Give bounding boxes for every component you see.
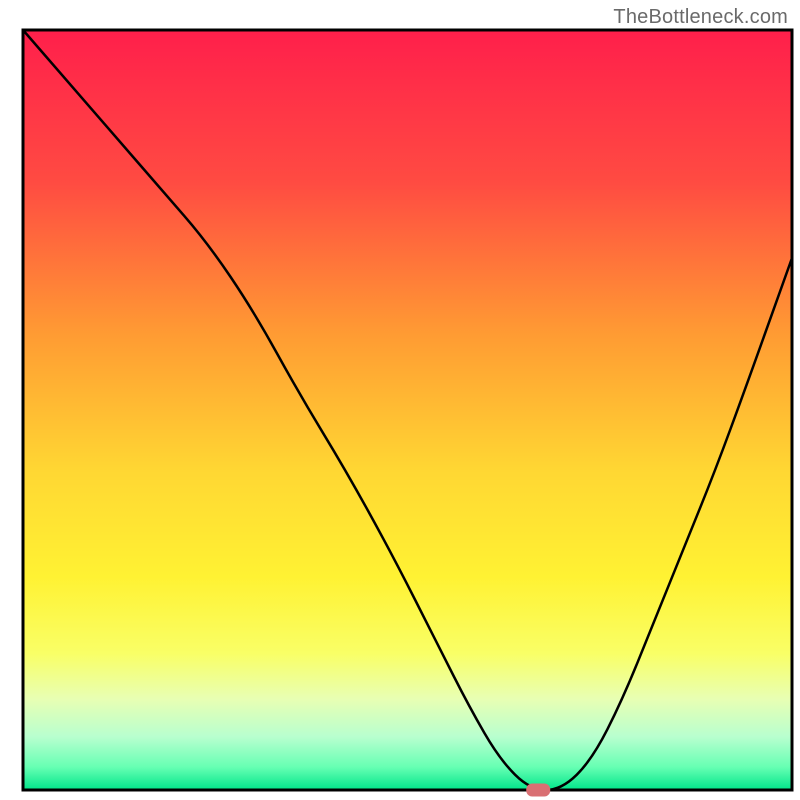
optimal-marker: [526, 784, 550, 797]
watermark-text: TheBottleneck.com: [613, 6, 788, 29]
plot-background: [23, 30, 792, 790]
bottleneck-chart: [0, 0, 800, 800]
chart-container: TheBottleneck.com: [0, 0, 800, 800]
